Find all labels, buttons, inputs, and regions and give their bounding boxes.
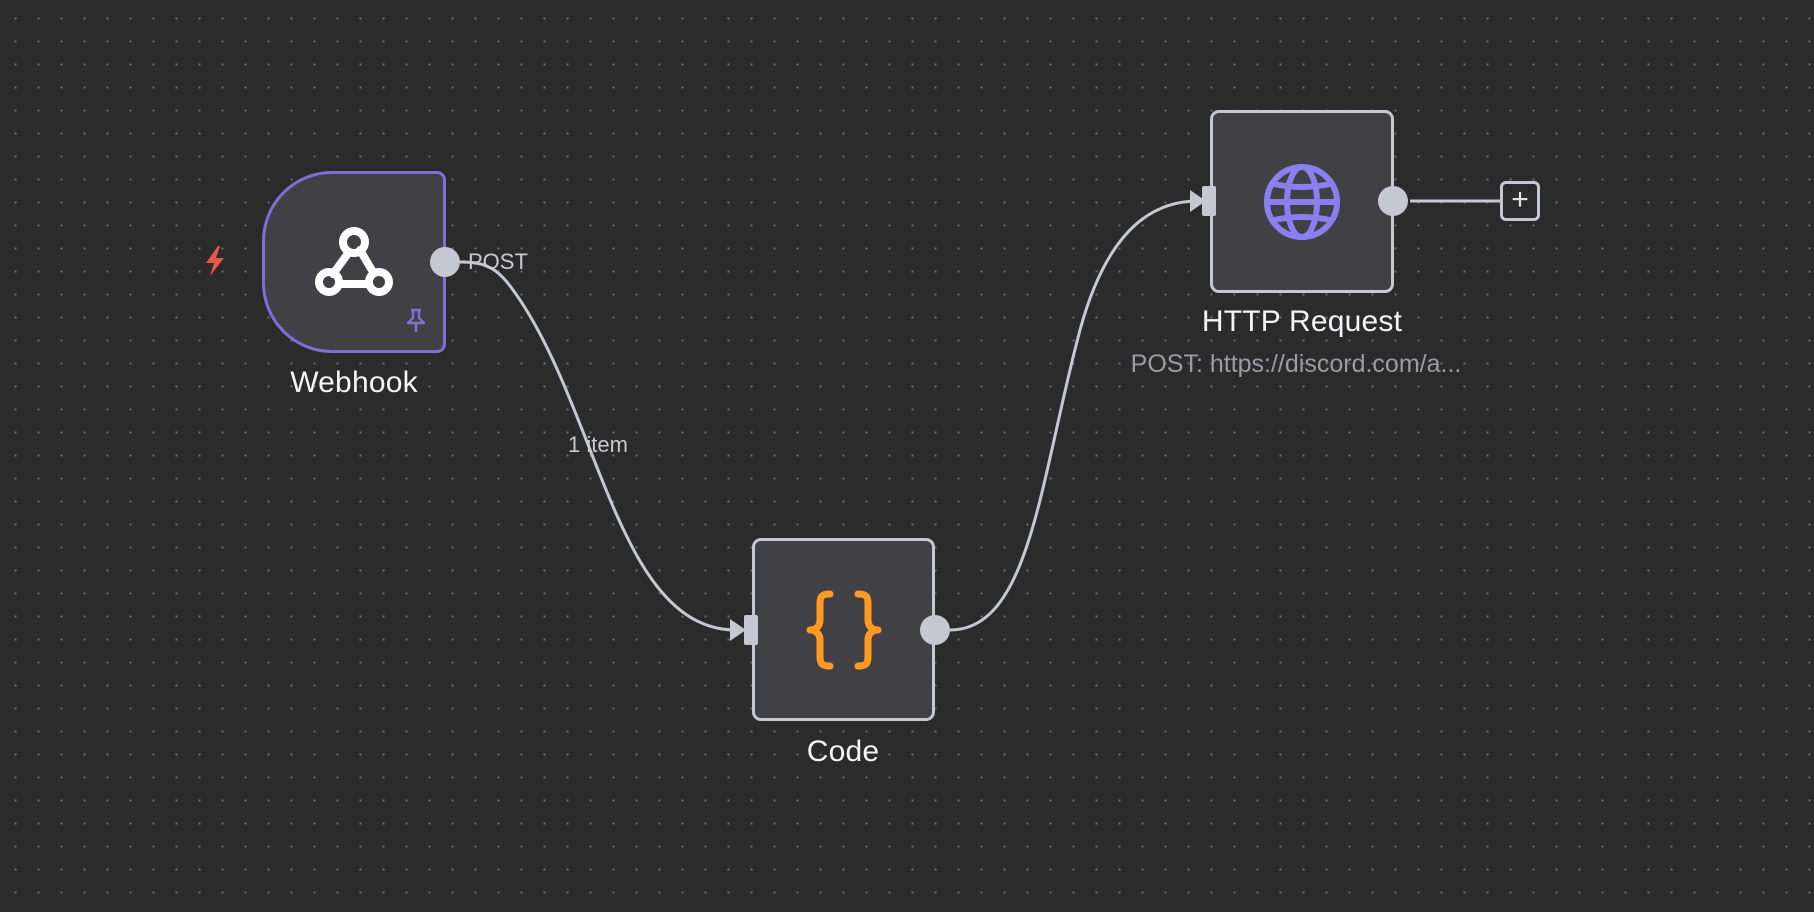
connections-layer [455, 190, 1500, 641]
workflow-canvas[interactable]: POST Webhook 1 item Code HTTP Request PO… [0, 0, 1814, 912]
webhook-node-label: Webhook [290, 366, 418, 399]
edge-code-to-http[interactable] [949, 199, 1199, 632]
node-http-request[interactable] [1210, 110, 1394, 293]
globe-icon [1262, 162, 1342, 242]
http-node-label: HTTP Request [1201, 305, 1403, 338]
code-node-label: Code [806, 735, 880, 768]
http-node-subtitle: POST: https://discord.com/a... [1130, 350, 1462, 378]
add-node-button[interactable]: + [1500, 181, 1540, 221]
webhook-output-handle[interactable] [430, 247, 460, 277]
webhook-output-label: POST [468, 249, 528, 274]
pin-icon [405, 308, 427, 339]
curly-braces-icon [806, 590, 882, 670]
webhook-icon [313, 224, 395, 300]
http-output-handle[interactable] [1378, 186, 1408, 216]
lightning-bolt-icon [200, 244, 230, 283]
http-input-handle[interactable] [1202, 186, 1216, 216]
node-code[interactable] [752, 538, 935, 721]
edge-item-count-label: 1 item [568, 432, 628, 457]
code-input-handle[interactable] [744, 615, 758, 645]
node-webhook[interactable] [262, 171, 446, 353]
code-output-handle[interactable] [920, 615, 950, 645]
